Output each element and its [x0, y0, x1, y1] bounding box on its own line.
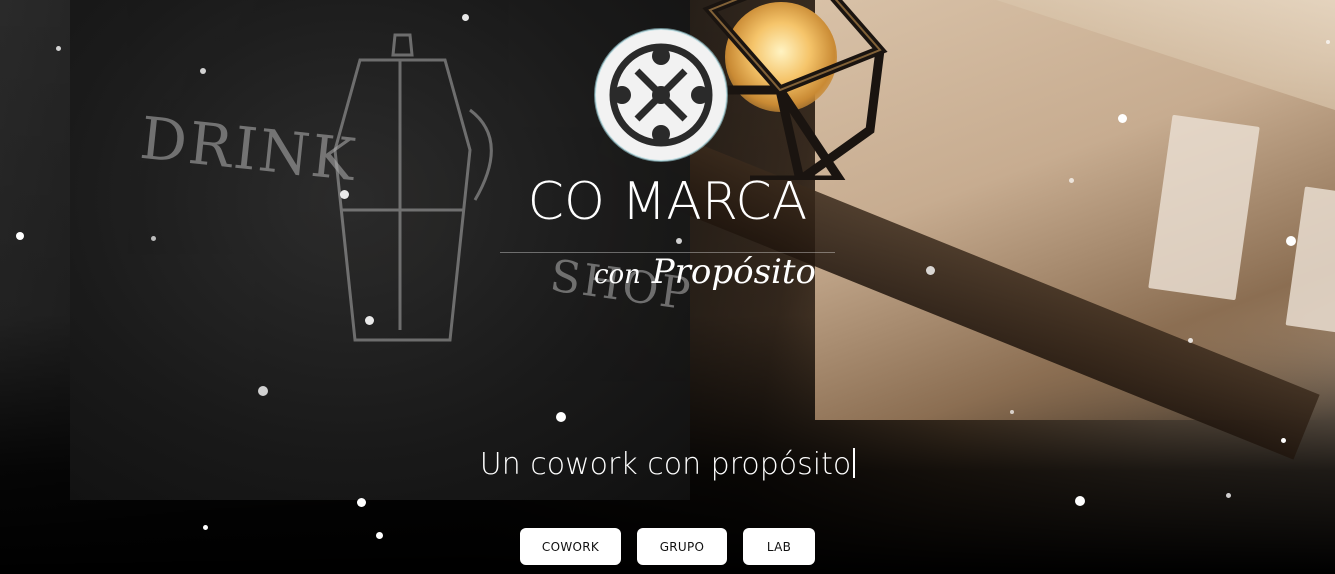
particle: [1281, 438, 1286, 443]
particle: [1069, 178, 1074, 183]
particle: [462, 14, 469, 21]
particle: [56, 46, 61, 51]
particle: [1010, 410, 1014, 414]
particle: [340, 190, 349, 199]
particle: [151, 236, 156, 241]
typing-cursor: [853, 448, 856, 478]
nav-buttons: COWORK GRUPO LAB: [0, 528, 1335, 565]
particle: [16, 232, 24, 240]
particle: [1226, 493, 1231, 498]
particle: [357, 498, 366, 507]
tagline: Un cowork con propósito: [0, 447, 1335, 482]
comarca-logo-icon: [594, 28, 728, 162]
brand-script-con: con: [593, 260, 641, 290]
particle: [258, 386, 268, 396]
particle: [926, 266, 935, 275]
tagline-text: Un cowork con propósito: [479, 447, 852, 482]
brand-script: con Propósito: [560, 255, 850, 289]
particle: [365, 316, 374, 325]
hero-section: DRINK SHOP CO MARCA con Propósito Un cow…: [0, 0, 1335, 574]
particle: [1286, 236, 1296, 246]
brand-script-proposito: Propósito: [651, 252, 817, 292]
particle: [200, 68, 206, 74]
particle: [676, 238, 682, 244]
particle: [1075, 496, 1085, 506]
brand-title: CO MARCA: [527, 172, 808, 232]
particle: [1118, 114, 1127, 123]
particle: [1326, 40, 1330, 44]
grupo-button[interactable]: GRUPO: [637, 528, 727, 565]
particle: [556, 412, 566, 422]
particle: [1188, 338, 1193, 343]
cowork-button[interactable]: COWORK: [520, 528, 621, 565]
lab-button[interactable]: LAB: [743, 528, 815, 565]
